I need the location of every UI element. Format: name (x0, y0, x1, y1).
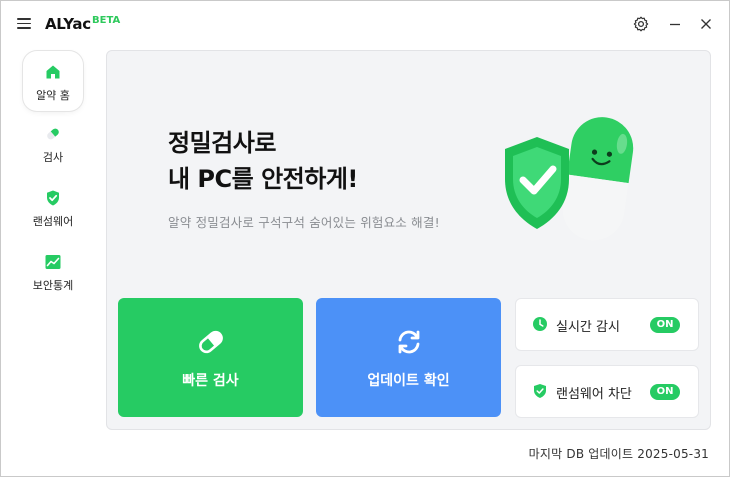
menu-icon[interactable] (17, 18, 31, 29)
quick-scan-button[interactable]: 빠른 검사 (118, 298, 303, 417)
headline-line-2: 내 PC를 안전하게! (168, 165, 358, 193)
shield-pill-illustration (505, 117, 634, 241)
minimize-icon[interactable] (667, 16, 683, 32)
shield-check-icon (534, 384, 546, 398)
pill-icon (47, 128, 59, 140)
home-icon (46, 65, 60, 79)
ransomware-block-label: 랜섬웨어 차단 (556, 387, 632, 402)
realtime-monitor-toggle[interactable]: ON (650, 317, 680, 333)
sidebar-item-ransomware[interactable]: 랜섬웨어 (23, 177, 83, 237)
shield-check-icon (47, 190, 59, 206)
ransomware-block-toggle[interactable]: ON (650, 384, 680, 400)
gear-icon[interactable] (633, 16, 649, 32)
title-bar: ALYac BETA (1, 1, 729, 45)
last-update-status: 마지막 DB 업데이트 2025-05-31 (528, 447, 709, 461)
update-check-button[interactable]: 업데이트 확인 (316, 298, 501, 417)
sidebar-item-stats[interactable]: 보안통계 (23, 241, 83, 301)
headline: 정밀검사로 내 PC를 안전하게! (168, 125, 358, 197)
pill-icon (198, 330, 223, 354)
sidebar-item-home[interactable]: 알약 홈 (23, 51, 83, 111)
ransomware-block-card[interactable]: 랜섬웨어 차단 ON (515, 365, 699, 418)
sidebar-item-label: 검사 (42, 151, 64, 164)
sidebar-item-label: 알약 홈 (36, 89, 70, 102)
headline-subtext: 알약 정밀검사로 구석구석 숨어있는 위험요소 해결! (168, 215, 440, 230)
refresh-icon (398, 330, 419, 354)
app-window: ALYac BETA 알약 홈 검사 랜섬웨어 보안통계 정밀검사로 내 PC를… (0, 0, 730, 477)
headline-line-1: 정밀검사로 (168, 129, 276, 157)
sidebar-item-label: 랜섬웨어 (32, 215, 74, 228)
beta-badge: BETA (92, 15, 121, 26)
app-name: ALYac (45, 15, 91, 33)
update-check-label: 업데이트 확인 (367, 373, 450, 389)
chart-icon (45, 255, 61, 269)
sidebar-item-scan[interactable]: 검사 (23, 113, 83, 173)
quick-scan-label: 빠른 검사 (182, 373, 239, 389)
close-icon[interactable] (698, 16, 714, 32)
clock-icon (533, 317, 547, 331)
realtime-monitor-label: 실시간 감시 (556, 320, 620, 335)
realtime-monitor-card[interactable]: 실시간 감시 ON (515, 298, 699, 351)
home-panel: 정밀검사로 내 PC를 안전하게! 알약 정밀검사로 구석구석 숨어있는 위험요… (106, 50, 711, 430)
sidebar-item-label: 보안통계 (32, 279, 74, 292)
